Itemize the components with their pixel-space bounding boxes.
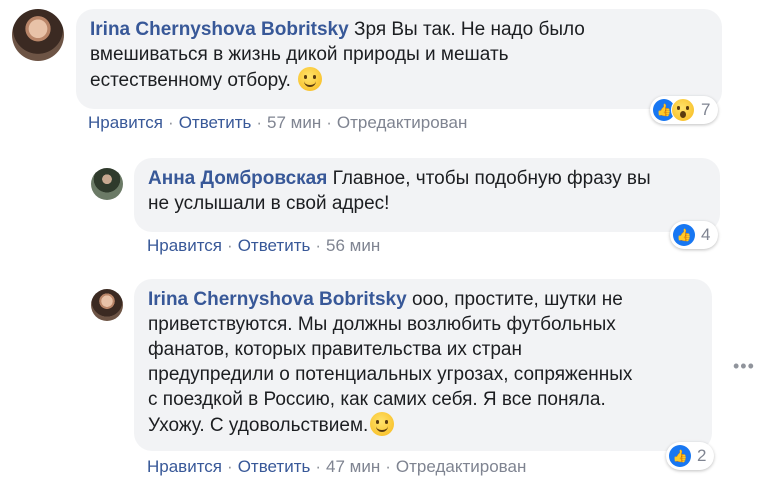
like-link[interactable]: Нравится xyxy=(88,113,163,132)
separator: · xyxy=(326,113,332,132)
smiley-emoji-icon xyxy=(298,67,323,91)
comment-author[interactable]: Анна Домбровская xyxy=(148,168,327,189)
reaction-summary[interactable]: 👍 2 xyxy=(666,442,715,470)
reaction-summary[interactable]: 👍 7 xyxy=(650,96,719,124)
comment-bubble: Irina Chernyshova Bobritsky Зря Вы так. … xyxy=(76,9,722,109)
timestamp[interactable]: 47 мин xyxy=(326,457,380,476)
comment-bubble: Анна Домбровская Главное, чтобы подобную… xyxy=(134,158,720,232)
timestamp[interactable]: 57 мин xyxy=(267,113,321,132)
comment-author[interactable]: Irina Chernyshova Bobritsky xyxy=(148,289,407,310)
like-icon: 👍 xyxy=(673,224,695,246)
separator: · xyxy=(227,457,233,476)
avatar[interactable] xyxy=(12,9,64,61)
reply-link[interactable]: Ответить xyxy=(238,236,311,255)
edited-label[interactable]: Отредактирован xyxy=(396,457,526,476)
comment-bubble: Irina Chernyshova Bobritsky ооо, простит… xyxy=(134,279,712,451)
like-icon: 👍 xyxy=(669,445,691,467)
comment-text: ооо, простите, шутки не приветствуются. … xyxy=(148,289,633,436)
more-options-icon[interactable]: ••• xyxy=(733,356,755,377)
avatar[interactable] xyxy=(91,289,123,321)
separator: · xyxy=(227,236,233,255)
reaction-count: 2 xyxy=(697,446,707,465)
reaction-count: 7 xyxy=(701,100,711,119)
comment-author[interactable]: Irina Chernyshova Bobritsky xyxy=(90,19,349,40)
smiley-emoji-icon xyxy=(370,412,395,436)
comment-actions: Нравится · Ответить · 56 мин xyxy=(147,236,380,256)
separator: · xyxy=(315,236,322,255)
like-link[interactable]: Нравится xyxy=(147,236,222,255)
separator: · xyxy=(256,113,263,132)
separator: · xyxy=(315,457,322,476)
like-link[interactable]: Нравится xyxy=(147,457,222,476)
avatar[interactable] xyxy=(91,168,123,200)
reply-link[interactable]: Ответить xyxy=(179,113,252,132)
timestamp[interactable]: 56 мин xyxy=(326,236,380,255)
wow-icon xyxy=(671,98,695,122)
reply-link[interactable]: Ответить xyxy=(238,457,311,476)
separator: · xyxy=(168,113,174,132)
reaction-count: 4 xyxy=(701,225,711,244)
edited-label[interactable]: Отредактирован xyxy=(337,113,467,132)
comment-actions: Нравится · Ответить · 57 мин · Отредактирован xyxy=(88,113,467,133)
reaction-summary[interactable]: 👍 4 xyxy=(670,221,719,249)
separator: · xyxy=(385,457,391,476)
comment-actions: Нравится · Ответить · 47 мин · Отредактирован xyxy=(147,457,526,477)
